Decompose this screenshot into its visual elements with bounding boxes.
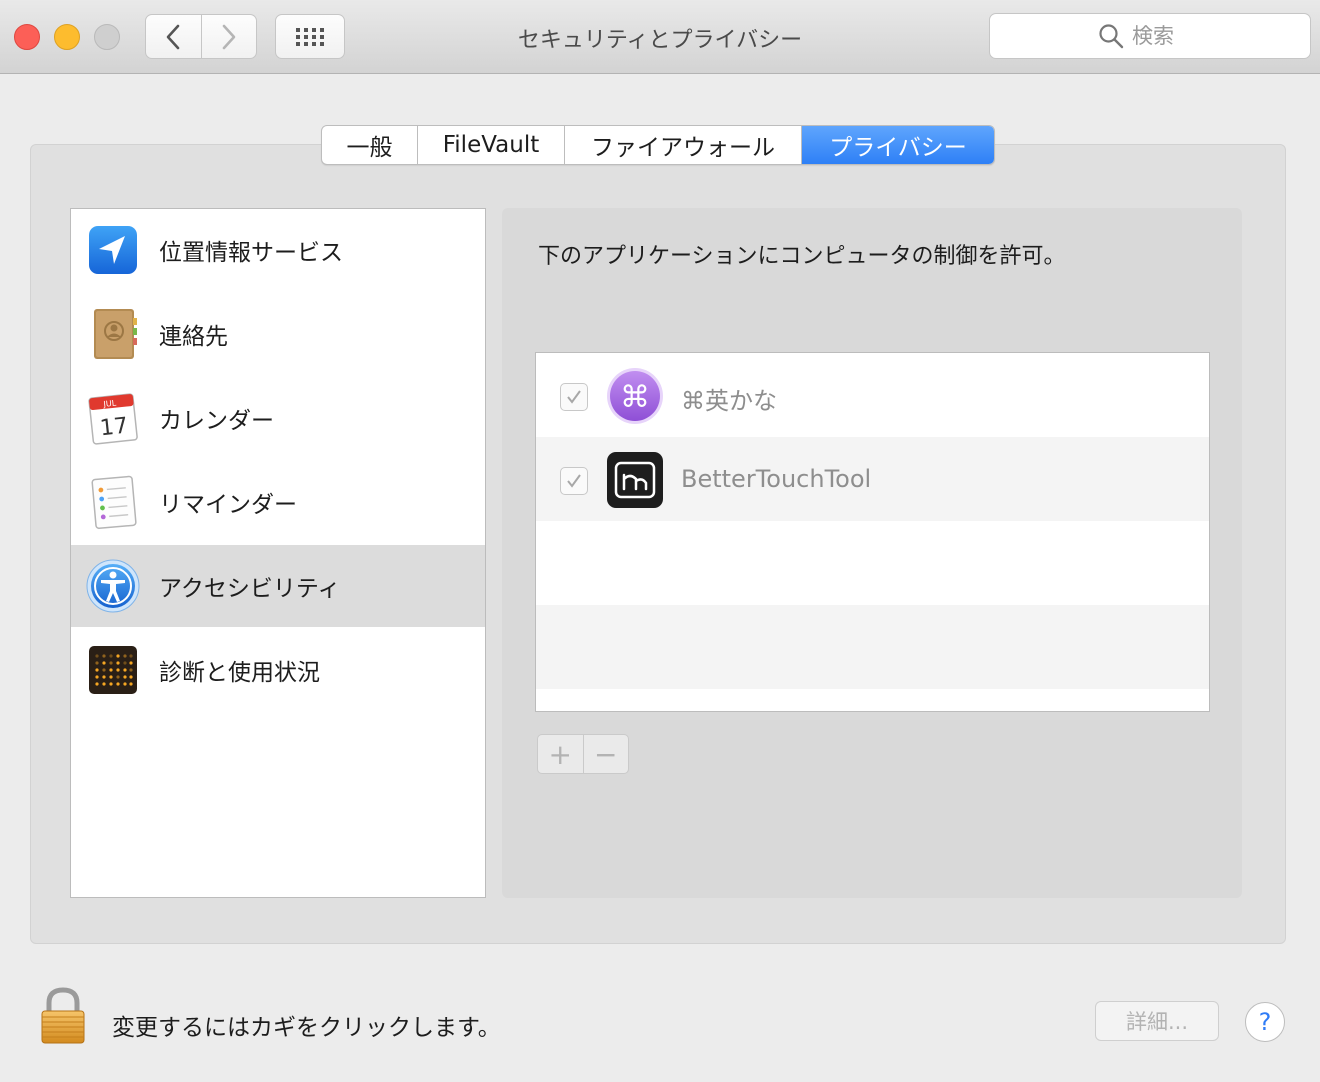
remove-app-button[interactable]: − bbox=[584, 735, 629, 773]
help-button[interactable]: ? bbox=[1245, 1002, 1285, 1042]
permission-heading: 下のアプリケーションにコンピュータの制御を許可。 bbox=[538, 244, 1066, 269]
accessibility-icon bbox=[86, 559, 140, 613]
back-button[interactable] bbox=[145, 14, 202, 59]
eikana-command-icon: ⌘ bbox=[607, 368, 663, 424]
contacts-book-icon bbox=[94, 309, 137, 359]
location-arrow-icon bbox=[89, 226, 137, 274]
navigation-buttons bbox=[145, 14, 257, 59]
svg-text:⌘: ⌘ bbox=[620, 380, 650, 415]
tab-privacy[interactable]: プライバシー bbox=[802, 126, 994, 164]
forward-button[interactable] bbox=[201, 14, 257, 59]
checkmark-icon bbox=[567, 474, 581, 488]
sidebar-item-label: アクセシビリティ bbox=[159, 576, 341, 602]
add-app-button[interactable]: + bbox=[538, 735, 584, 773]
tab-general[interactable]: 一般 bbox=[322, 126, 418, 164]
chevron-left-icon bbox=[166, 24, 180, 49]
app-permission-list: ⌘ ⌘英かな BetterTouchTool bbox=[535, 352, 1210, 712]
sidebar-item-location-services[interactable]: 位置情報サービス bbox=[71, 209, 485, 291]
app-checkbox[interactable] bbox=[560, 467, 588, 495]
sidebar-item-reminders[interactable]: リマインダー bbox=[71, 461, 485, 543]
bettertouchtool-icon bbox=[607, 452, 663, 508]
sidebar-item-label: リマインダー bbox=[159, 492, 297, 518]
tab-bar: 一般 FileVault ファイアウォール プライバシー bbox=[321, 125, 995, 165]
sidebar-item-accessibility[interactable]: アクセシビリティ bbox=[71, 545, 485, 627]
tab-firewall[interactable]: ファイアウォール bbox=[565, 126, 802, 164]
title-bar: セキュリティとプライバシー bbox=[0, 0, 1320, 74]
svg-text:JUL: JUL bbox=[102, 399, 117, 409]
reminders-list-icon bbox=[91, 475, 137, 530]
search-icon bbox=[1099, 24, 1124, 49]
list-item-eikana[interactable]: ⌘ ⌘英かな bbox=[536, 353, 1209, 437]
add-remove-buttons: + − bbox=[537, 734, 629, 774]
app-checkbox[interactable] bbox=[560, 383, 588, 411]
search-field[interactable] bbox=[989, 13, 1311, 59]
calendar-icon: JUL 17 bbox=[88, 393, 138, 445]
list-item-empty bbox=[536, 605, 1209, 689]
lock-icon[interactable] bbox=[38, 986, 88, 1046]
show-all-button[interactable] bbox=[275, 14, 345, 59]
lock-instruction-text: 変更するにはカギをクリックします。 bbox=[112, 1015, 501, 1041]
app-name: BetterTouchTool bbox=[681, 465, 872, 493]
diagnostics-grid-icon bbox=[89, 646, 137, 694]
sidebar-item-label: カレンダー bbox=[159, 408, 274, 434]
privacy-category-list: 位置情報サービス 連絡先 JUL 17 カレンダー リマインダー アクセシビリテ… bbox=[70, 208, 486, 898]
list-item-empty bbox=[536, 521, 1209, 605]
app-name: ⌘英かな bbox=[681, 387, 777, 415]
sidebar-item-label: 診断と使用状況 bbox=[159, 660, 320, 686]
tab-filevault[interactable]: FileVault bbox=[418, 126, 565, 164]
window-title: セキュリティとプライバシー bbox=[517, 28, 803, 53]
chevron-right-icon bbox=[222, 24, 236, 49]
minimize-window-button[interactable] bbox=[54, 24, 80, 50]
svg-text:17: 17 bbox=[99, 414, 129, 442]
sidebar-item-calendar[interactable]: JUL 17 カレンダー bbox=[71, 377, 485, 459]
sidebar-item-label: 連絡先 bbox=[159, 324, 228, 350]
sidebar-item-contacts[interactable]: 連絡先 bbox=[71, 293, 485, 375]
search-input[interactable] bbox=[1132, 24, 1202, 48]
zoom-window-button[interactable] bbox=[94, 24, 120, 50]
sidebar-item-label: 位置情報サービス bbox=[159, 240, 343, 266]
sidebar-item-diagnostics[interactable]: 診断と使用状況 bbox=[71, 629, 485, 711]
grid-icon bbox=[296, 27, 324, 46]
list-item-bettertouchtool[interactable]: BetterTouchTool bbox=[536, 437, 1209, 521]
details-button[interactable]: 詳細... bbox=[1095, 1001, 1219, 1041]
close-window-button[interactable] bbox=[14, 24, 40, 50]
checkmark-icon bbox=[567, 390, 581, 404]
